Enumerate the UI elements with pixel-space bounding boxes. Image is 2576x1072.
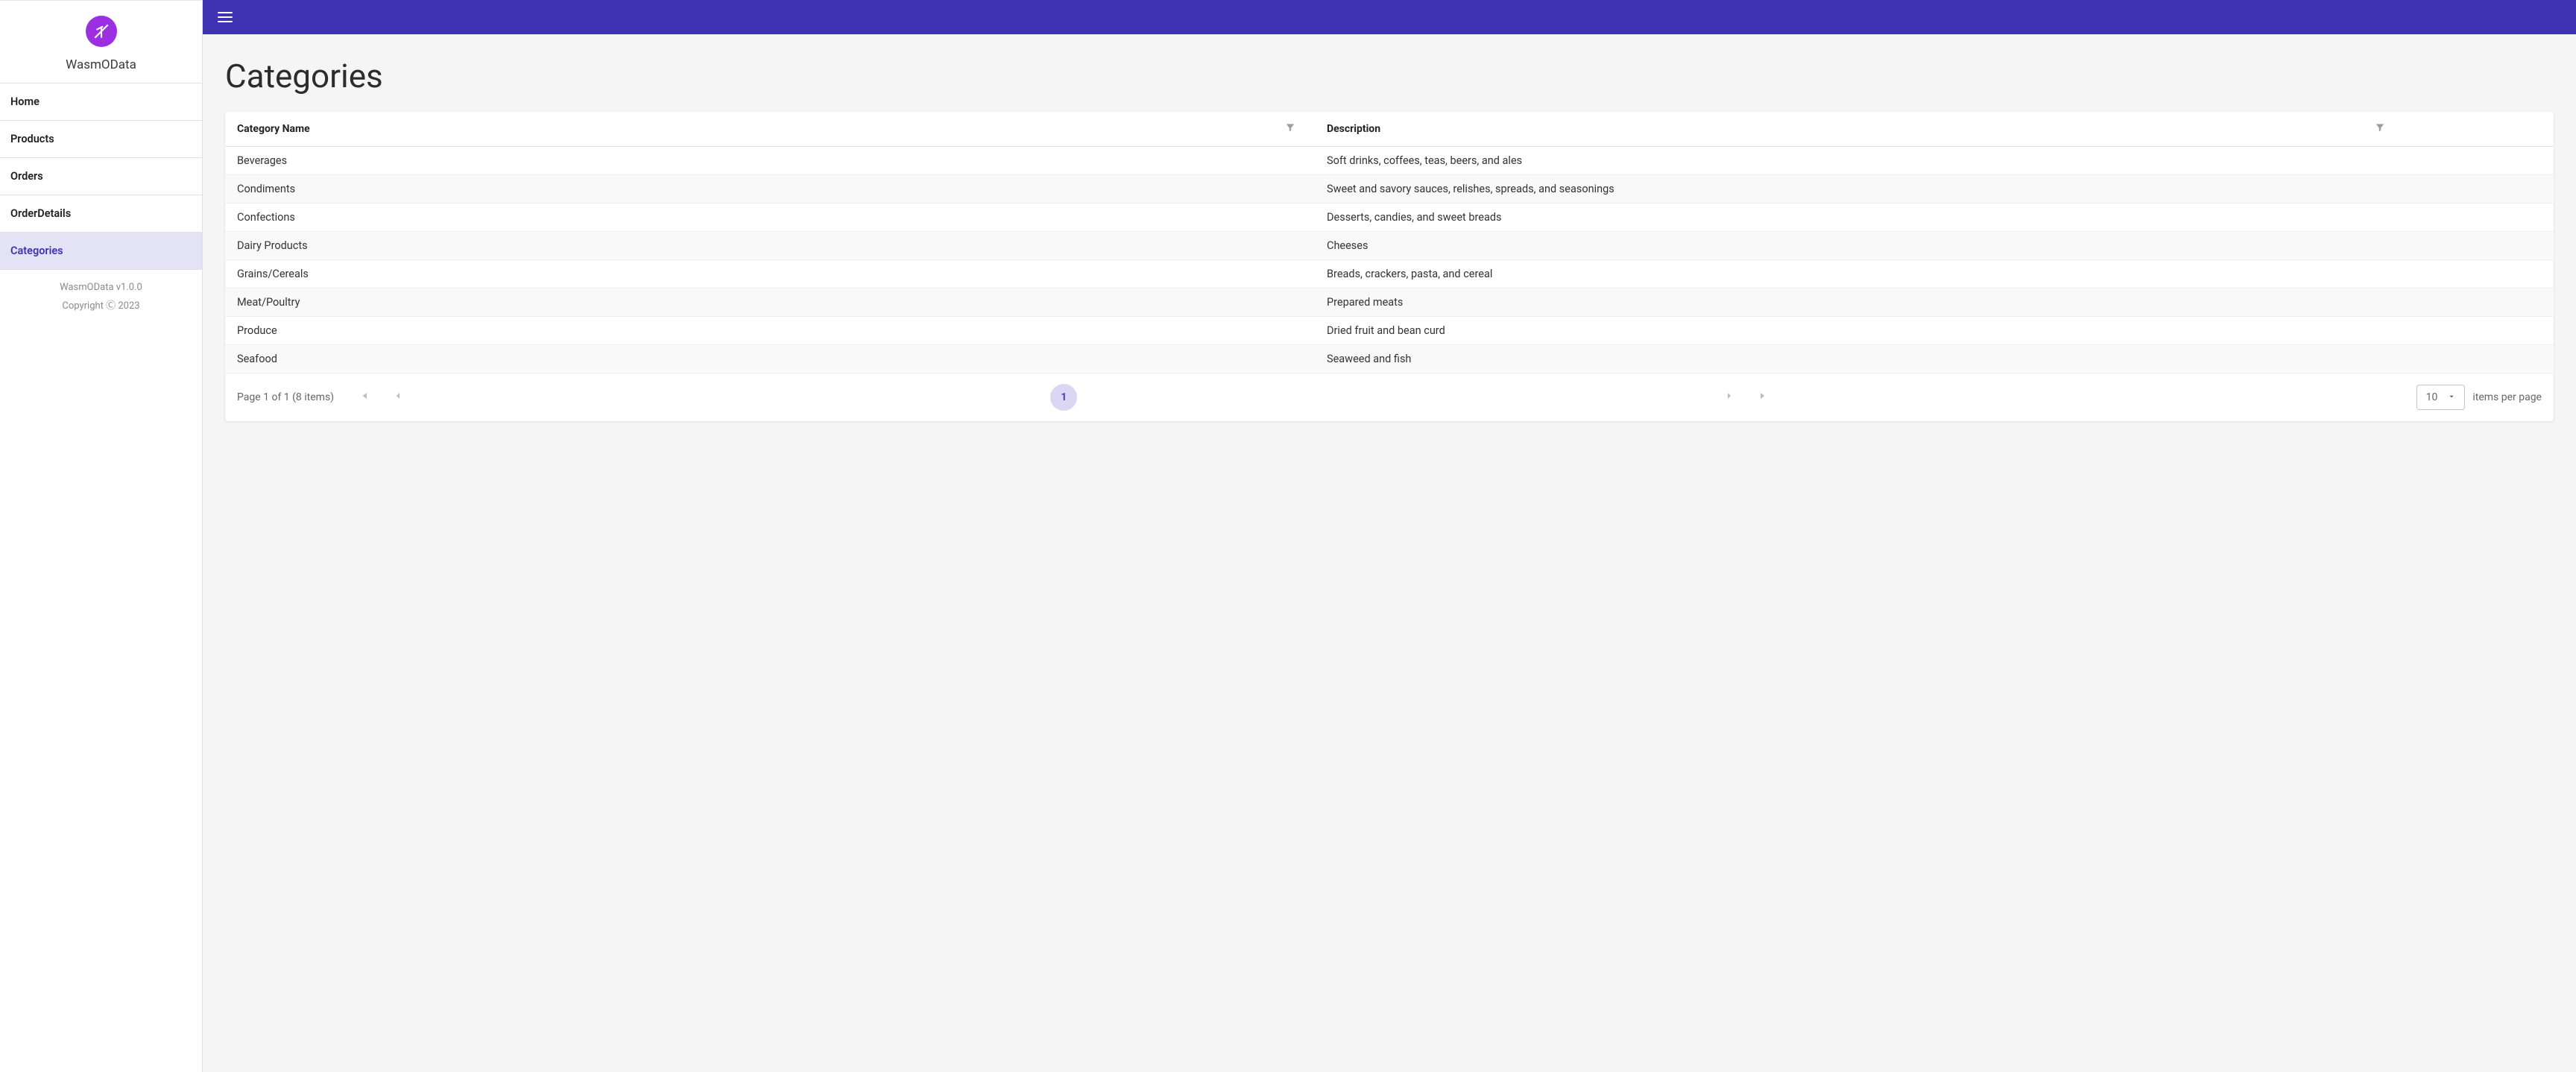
sidebar-item-label: Products [10,133,54,145]
sidebar-item-label: Home [10,95,40,108]
main-content: Categories Category Name Description B [203,34,2576,1072]
sidebar-footer: WasmOData v1.0.0 Copyright Ⓒ 2023 [0,270,202,324]
cell-spacer [2405,175,2554,203]
page-title: Categories [225,57,2554,95]
cell-spacer [2405,232,2554,259]
sidebar-item-label: Categories [10,245,63,257]
cell-description: Breads, crackers, pasta, and cereal [1315,260,2405,288]
version-text: WasmOData v1.0.0 [60,282,142,293]
feather-icon [92,22,111,41]
categories-grid: Category Name Description BeveragesSoft … [225,112,2554,421]
col-header-name[interactable]: Category Name [225,112,1315,146]
prev-page-button[interactable] [392,390,404,405]
filter-button-description[interactable] [2375,122,2385,136]
filter-icon [1285,122,1295,133]
cell-description: Sweet and savory sauces, relishes, sprea… [1315,175,2405,203]
table-row[interactable]: Meat/PoultryPrepared meats [225,289,2554,317]
brand-logo [86,16,117,47]
grid-body: BeveragesSoft drinks, coffees, teas, bee… [225,147,2554,373]
pager-nav-left [343,390,419,405]
cell-category-name: Confections [225,204,1315,231]
cell-description: Desserts, candies, and sweet breads [1315,204,2405,231]
cell-category-name: Meat/Poultry [225,289,1315,316]
page-number-button[interactable]: 1 [1050,384,1077,411]
page-size-select[interactable]: 10 [2416,385,2466,410]
filter-button-name[interactable] [1285,122,1295,136]
first-page-button[interactable] [358,390,370,405]
sidebar-item-categories[interactable]: Categories [0,233,202,270]
pager-size-block: 10 items per page [2416,385,2542,410]
pager-nav-right [1708,390,1784,405]
copyright-text: Copyright Ⓒ 2023 [62,297,139,312]
pager-pages: 1 [1050,384,1077,411]
page-size-value: 10 [2426,391,2438,403]
cell-category-name: Dairy Products [225,232,1315,259]
app-header [203,0,2576,34]
first-page-icon [358,390,370,402]
cell-description: Dried fruit and bean curd [1315,317,2405,344]
last-page-button[interactable] [1758,390,1770,405]
pager-status: Page 1 of 1 (8 items) [237,391,334,403]
cell-category-name: Grains/Cereals [225,260,1315,288]
cell-spacer [2405,260,2554,288]
sidebar-item-orders[interactable]: Orders [0,158,202,195]
sidebar-item-label: Orders [10,170,43,183]
col-header-label: Category Name [237,123,310,135]
last-page-icon [1758,390,1770,402]
brand-name: WasmOData [66,57,136,72]
sidebar-nav: Home Products Orders OrderDetails Catego… [0,83,202,270]
filter-icon [2375,122,2385,133]
cell-spacer [2405,204,2554,231]
page-size-suffix: items per page [2472,391,2542,403]
chevron-down-icon [2448,391,2455,403]
table-row[interactable]: SeafoodSeaweed and fish [225,345,2554,373]
table-row[interactable]: ProduceDried fruit and bean curd [225,317,2554,345]
cell-spacer [2405,345,2554,373]
chevron-left-icon [392,390,404,402]
table-row[interactable]: CondimentsSweet and savory sauces, relis… [225,175,2554,204]
cell-description: Soft drinks, coffees, teas, beers, and a… [1315,147,2405,174]
sidebar-item-products[interactable]: Products [0,121,202,158]
cell-spacer [2405,147,2554,174]
next-page-button[interactable] [1723,390,1735,405]
cell-category-name: Produce [225,317,1315,344]
col-header-label: Description [1327,123,1380,135]
table-row[interactable]: Dairy ProductsCheeses [225,232,2554,260]
cell-category-name: Beverages [225,147,1315,174]
cell-description: Cheeses [1315,232,2405,259]
cell-description: Seaweed and fish [1315,345,2405,373]
cell-category-name: Condiments [225,175,1315,203]
menu-toggle-button[interactable] [213,5,237,29]
sidebar-item-home[interactable]: Home [0,83,202,121]
table-row[interactable]: ConfectionsDesserts, candies, and sweet … [225,204,2554,232]
sidebar-item-label: OrderDetails [10,207,71,220]
brand-block: WasmOData [0,1,202,83]
cell-spacer [2405,317,2554,344]
table-row[interactable]: BeveragesSoft drinks, coffees, teas, bee… [225,147,2554,175]
table-row[interactable]: Grains/CerealsBreads, crackers, pasta, a… [225,260,2554,289]
grid-header-row: Category Name Description [225,112,2554,147]
hamburger-icon [216,8,234,26]
sidebar-item-orderdetails[interactable]: OrderDetails [0,195,202,233]
cell-spacer [2405,289,2554,316]
col-header-description[interactable]: Description [1315,112,2405,146]
grid-pager: Page 1 of 1 (8 items) 1 10 [225,373,2554,421]
chevron-right-icon [1723,390,1735,402]
cell-category-name: Seafood [225,345,1315,373]
sidebar: WasmOData Home Products Orders OrderDeta… [0,0,203,1072]
cell-description: Prepared meats [1315,289,2405,316]
